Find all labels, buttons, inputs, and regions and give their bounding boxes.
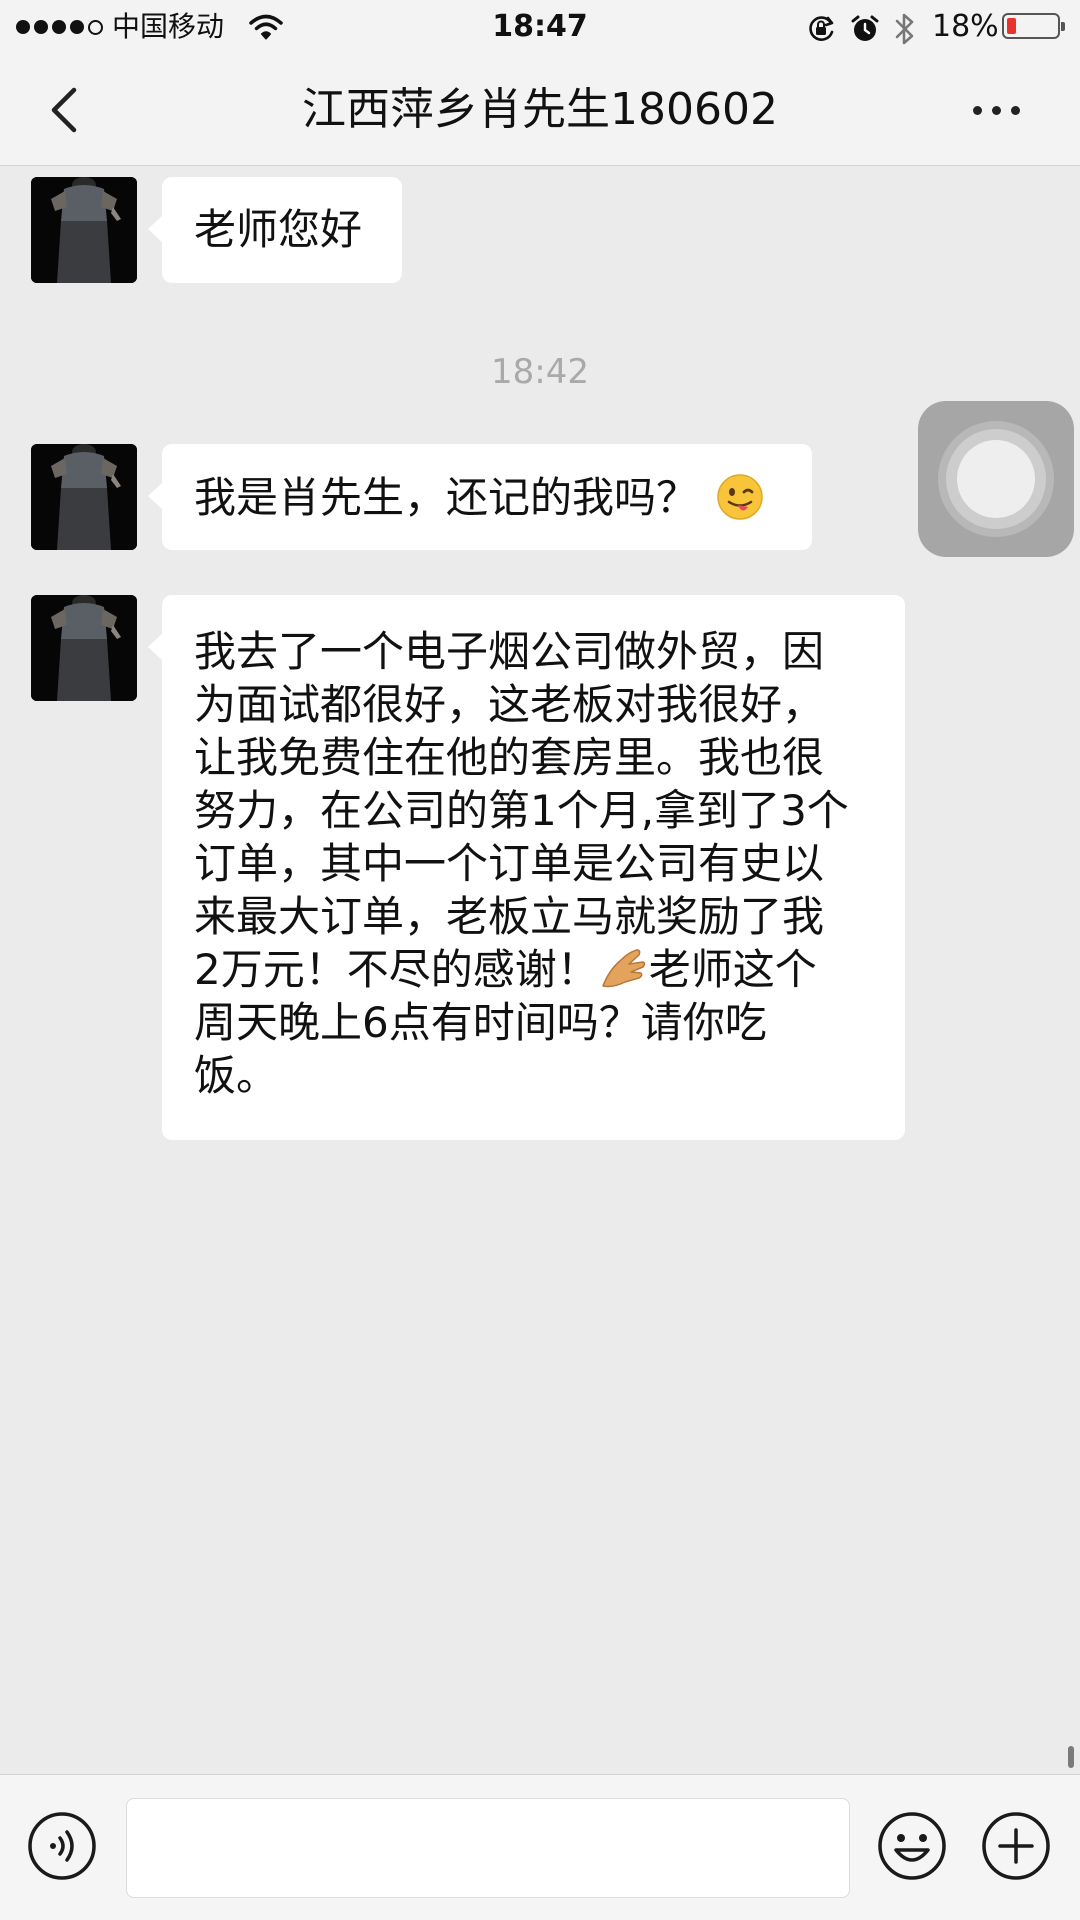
status-icons: [806, 12, 916, 50]
contact-avatar[interactable]: [31, 444, 137, 550]
back-button[interactable]: [40, 82, 96, 138]
message-bubble[interactable]: 我去了一个电子烟公司做外贸，因 为面试都很好，这老板对我很好， 让我免费住在他的…: [148, 595, 905, 1140]
status-time: 18:47: [492, 9, 588, 44]
status-bar: 中国移动 18:47 18%: [0, 0, 1080, 54]
message-line: 订单，其中一个订单是公司有史以: [194, 839, 825, 888]
plus-icon: [982, 1812, 1050, 1880]
battery-level-fill: [1007, 18, 1016, 34]
message-line-with-emoji: 2万元！不尽的感谢！ 老师这个: [194, 943, 873, 996]
navigation-bar: 江西萍乡肖先生180602: [0, 54, 1080, 166]
message-line: 周天晚上6点有时间吗？请你吃: [194, 998, 767, 1047]
message-bubble[interactable]: 老师您好: [148, 177, 402, 283]
bluetooth-icon: [894, 12, 916, 50]
emoji-button[interactable]: [876, 1810, 948, 1882]
message-bubble[interactable]: 我是肖先生，还记的我吗？: [148, 444, 812, 550]
rotation-lock-icon: [806, 14, 836, 48]
message-line-start: 2万元！不尽的感谢！: [194, 945, 599, 994]
message-text: 我是肖先生，还记的我吗？: [194, 472, 699, 522]
input-toolbar: [0, 1774, 1080, 1920]
chevron-left-icon: [51, 87, 77, 133]
winking-face-tongue-emoji: [717, 474, 763, 520]
battery-percentage: 18%: [932, 9, 999, 44]
chat-title: 江西萍乡肖先生180602: [302, 84, 778, 135]
voice-input-button[interactable]: [26, 1810, 98, 1882]
message-text: 老师您好: [194, 205, 363, 254]
assistive-touch-button[interactable]: [918, 401, 1074, 557]
message-line: 为面试都很好，这老板对我很好，: [194, 680, 825, 729]
message-line: 让我免费住在他的套房里。我也很: [194, 733, 825, 782]
more-options-button[interactable]: [960, 82, 1032, 138]
voice-icon: [28, 1812, 96, 1880]
chat-timestamp: 18:42: [491, 352, 589, 392]
message-line: 我去了一个电子烟公司做外贸，因: [194, 627, 825, 676]
alarm-icon: [850, 14, 880, 48]
message-line: 来最大订单，老板立马就奖励了我: [194, 892, 825, 941]
message-line: 努力，在公司的第1个月,拿到了3个: [194, 786, 849, 835]
more-functions-button[interactable]: [980, 1810, 1052, 1882]
battery-icon: [1002, 13, 1065, 39]
more-dots-icon: [972, 105, 982, 115]
contact-avatar[interactable]: [31, 177, 137, 283]
message-line: 饭。: [194, 1051, 279, 1100]
contact-avatar[interactable]: [31, 595, 137, 701]
scroll-indicator[interactable]: [1068, 1746, 1074, 1768]
emoji-smile-icon: [878, 1812, 946, 1880]
message-input[interactable]: [126, 1798, 850, 1898]
pinching-hand-emoji: [601, 949, 645, 988]
message-line-end: 老师这个: [648, 945, 817, 994]
chat-screen: 中国移动 18:47 18% 江西萍乡肖先生180602 老师您好 18:42 …: [0, 0, 1080, 1920]
